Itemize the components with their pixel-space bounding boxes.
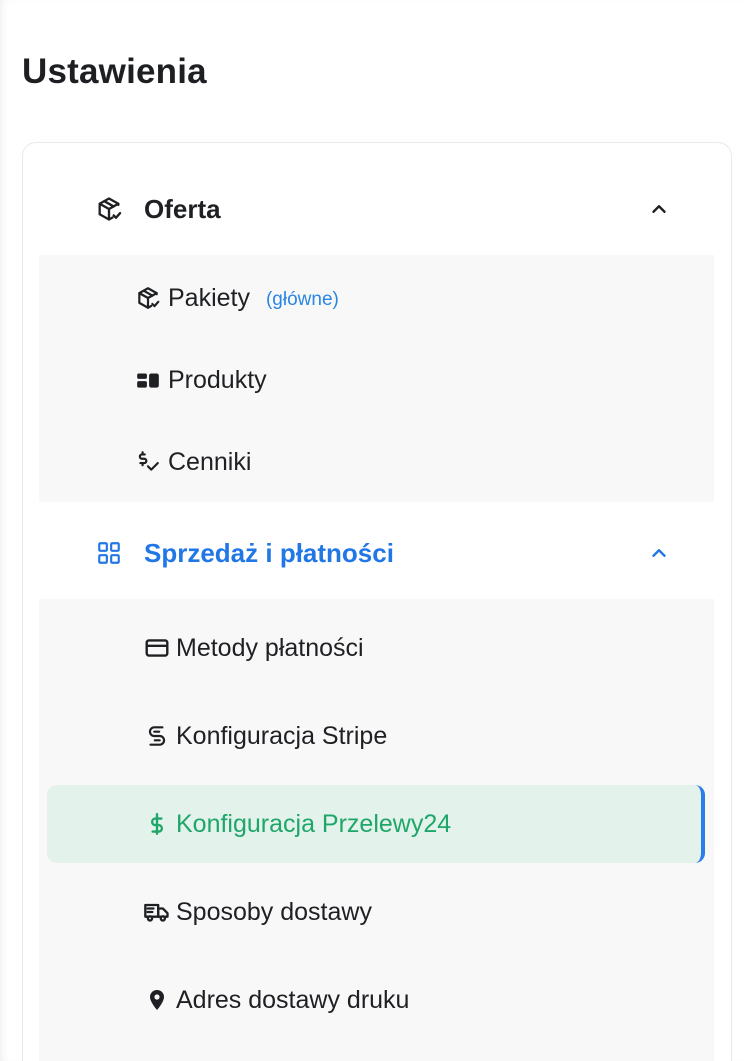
section-header-sprzedaz[interactable]: Sprzedaż i płatności xyxy=(23,515,731,591)
main-badge: (główne) xyxy=(265,288,339,310)
settings-page: Ustawienia Oferta Pakiety (główne) Produ… xyxy=(0,0,744,1061)
package-icon xyxy=(134,284,162,312)
sidebar-item-label: Metody płatności xyxy=(176,633,364,662)
sidebar-item-konfiguracja-stripe[interactable]: Konfiguracja Stripe xyxy=(39,695,714,777)
page-title: Ustawienia xyxy=(22,52,207,91)
grid-icon xyxy=(95,539,123,567)
chevron-up-icon[interactable] xyxy=(645,539,673,567)
sidebar-item-metody-platnosci[interactable]: Metody płatności xyxy=(39,607,714,689)
sidebar-item-adres-dostawy-druku[interactable]: Adres dostawy druku xyxy=(39,959,714,1041)
selected-indicator xyxy=(695,785,705,863)
sidebar-item-pakiety[interactable]: Pakiety (główne) xyxy=(39,257,714,339)
sidebar-item-label: Konfiguracja Stripe xyxy=(176,721,388,750)
submenu-sprzedaz: Metody płatności Konfiguracja Stripe Kon… xyxy=(39,599,714,1061)
sidebar-item-label: Konfiguracja Przelewy24 xyxy=(176,809,452,838)
section-label-oferta: Oferta xyxy=(144,193,221,224)
sidebar-item-konfiguracja-przelewy24[interactable]: Konfiguracja Przelewy24 xyxy=(39,783,714,865)
sidebar-item-label: Produkty xyxy=(168,365,267,394)
sidebar-item-label: Cenniki xyxy=(168,447,252,476)
sidebar-item-cenniki[interactable]: Cenniki xyxy=(39,421,714,503)
credit-card-icon xyxy=(143,634,171,662)
section-label-sprzedaz: Sprzedaż i płatności xyxy=(144,537,394,568)
stripe-s-icon xyxy=(143,722,171,750)
sidebar-item-sposoby-dostawy[interactable]: Sposoby dostawy xyxy=(39,871,714,953)
section-header-oferta[interactable]: Oferta xyxy=(23,171,731,247)
chevron-up-icon[interactable] xyxy=(645,195,673,223)
sidebar-item-label: Pakiety (główne) xyxy=(168,283,339,312)
sidebar-item-label: Adres dostawy druku xyxy=(176,985,410,1014)
price-check-icon xyxy=(134,448,162,476)
package-check-icon xyxy=(95,195,123,223)
sidebar-item-produkty[interactable]: Produkty xyxy=(39,339,714,421)
blocks-icon xyxy=(134,366,162,394)
map-pin-icon xyxy=(143,986,171,1014)
dollar-icon xyxy=(143,810,171,838)
settings-nav-card: Oferta Pakiety (główne) Produkty Cenniki… xyxy=(22,142,732,1061)
sidebar-item-label: Sposoby dostawy xyxy=(176,897,372,926)
submenu-oferta: Pakiety (główne) Produkty Cenniki xyxy=(39,255,714,502)
truck-icon xyxy=(143,898,171,926)
